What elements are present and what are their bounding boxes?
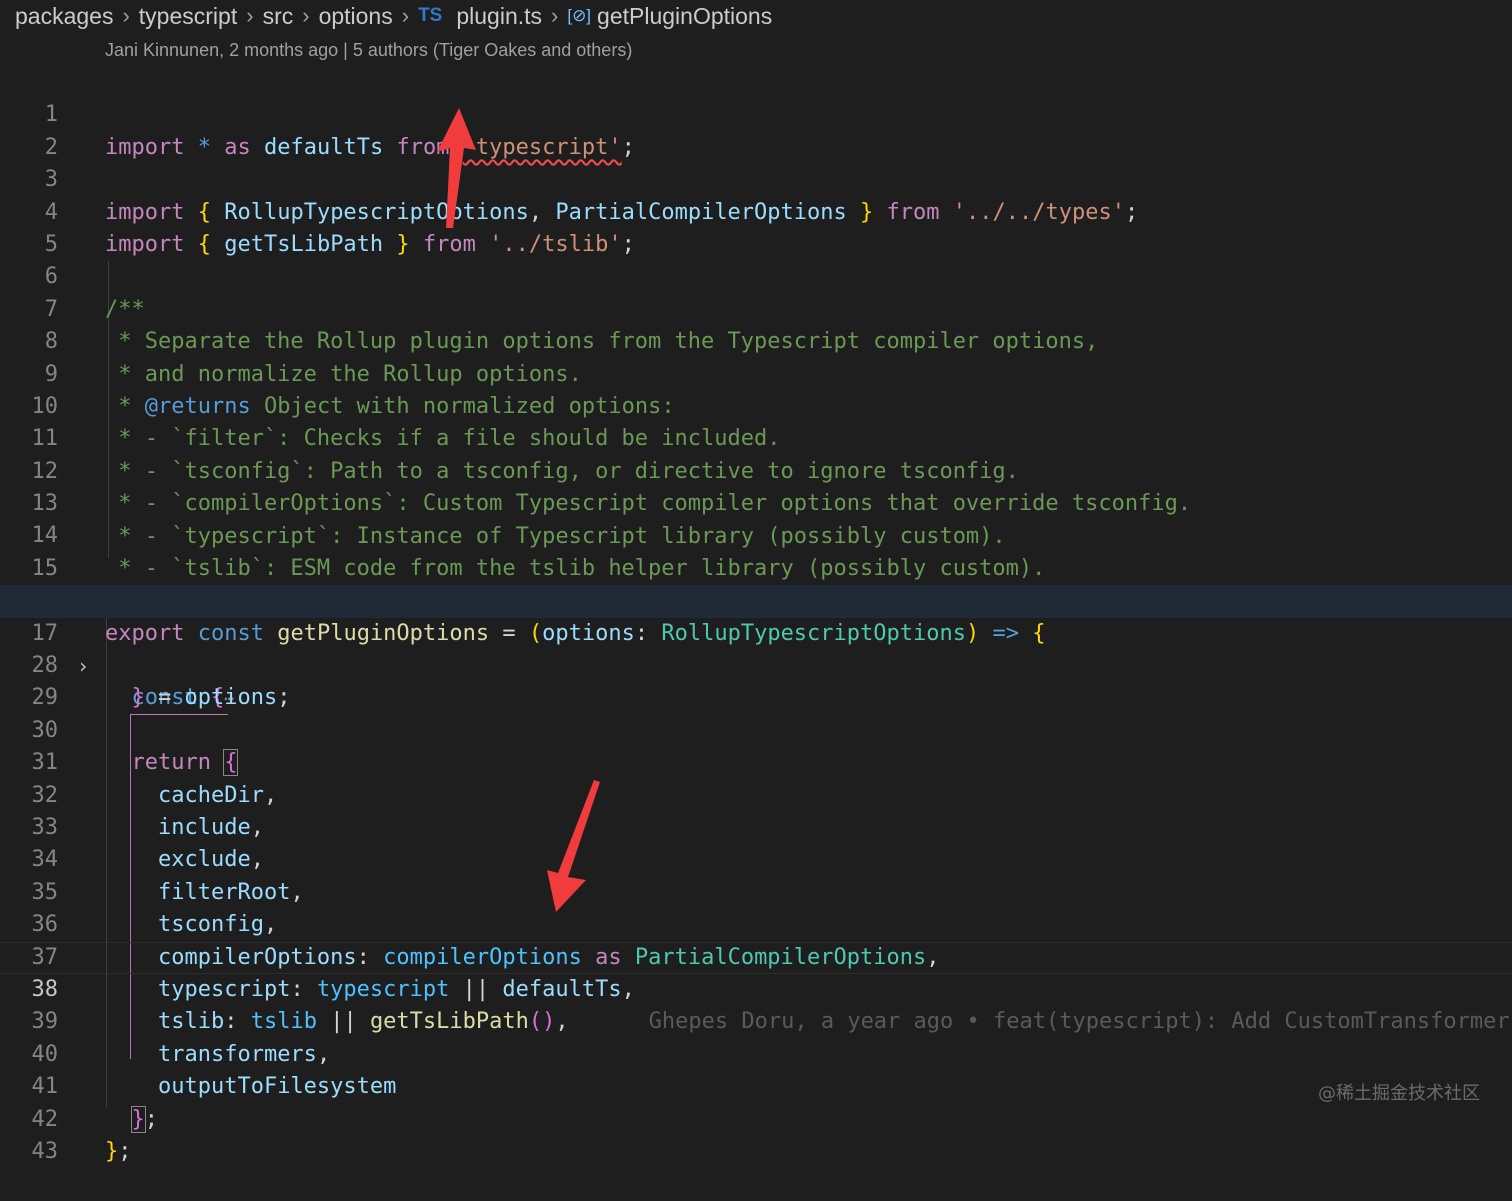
- code-line: 40 outputToFilesystem: [0, 1006, 1512, 1099]
- chevron-right-icon: ›: [302, 3, 310, 28]
- code-line: 4 import { getTsLibPath } from '../tslib…: [0, 164, 1512, 257]
- chevron-right-icon: ›: [401, 3, 410, 28]
- code-line-current: 38 tslib: tslib || getTsLibPath(), Ghepes…: [0, 942, 1512, 1034]
- code-line: 3 import { RollupTypescriptOptions, Part…: [0, 132, 1512, 224]
- code-line: 2: [0, 99, 1512, 160]
- code-line-folded: 17 › const {⋯: [0, 585, 1512, 710]
- breadcrumb-src[interactable]: src: [263, 3, 294, 30]
- breadcrumb-typescript[interactable]: typescript: [139, 3, 237, 30]
- code-line: 15 */: [0, 520, 1512, 613]
- code-line: 33 exclude,: [0, 780, 1512, 872]
- code-line: 11 * - `tsconfig`: Path to a tsconfig, o…: [0, 391, 1512, 483]
- chevron-right-icon: ›: [122, 3, 130, 28]
- line-number: 43: [31, 1138, 59, 1164]
- code-line: 8 * and normalize the Rollup options.: [0, 294, 1512, 386]
- code-line: 30 return {: [0, 682, 1512, 777]
- breadcrumb-getPluginOptions[interactable]: getPluginOptions: [597, 3, 772, 30]
- chevron-right-icon: ›: [551, 3, 559, 28]
- code-line: 37 typescript: typescript || defaultTs,: [0, 909, 1512, 1002]
- breadcrumb-options[interactable]: options: [319, 3, 393, 30]
- code-line: 42 };: [0, 1071, 1512, 1164]
- codelens-blame-header[interactable]: Jani Kinnunen, 2 months ago | 5 authors …: [105, 40, 632, 61]
- breadcrumb-packages[interactable]: packages: [15, 3, 113, 30]
- code-line: 39 transformers,: [0, 974, 1512, 1066]
- breadcrumb-plugin-ts[interactable]: plugin.ts: [456, 3, 542, 30]
- code-editor[interactable]: 1 import * as defaultTs from 'typescript…: [0, 67, 1512, 1164]
- code-line: 34 filterRoot,: [0, 812, 1512, 904]
- code-line: 10 * - `filter`: Checks if a file should…: [0, 359, 1512, 451]
- code-line: 14 * - `tslib`: ESM code from the tslib …: [0, 488, 1512, 580]
- code-line: 35 tsconfig,: [0, 844, 1512, 937]
- code-line: 36 compilerOptions: compilerOptions as P…: [0, 877, 1512, 969]
- breadcrumb: packages › typescript › src › options › …: [15, 0, 772, 32]
- code-line: 31 cacheDir,: [0, 715, 1512, 807]
- symbol-variable-icon: [⊘]: [567, 6, 592, 25]
- code-line: 13 * - `typescript`: Instance of Typescr…: [0, 456, 1512, 548]
- line-content: };: [105, 1138, 132, 1164]
- code-line: 32 include,: [0, 747, 1512, 840]
- code-line: 5: [0, 197, 1512, 257]
- code-line: 6 /**: [0, 229, 1512, 321]
- code-line: 28 } = options;: [0, 618, 1512, 710]
- typescript-file-icon: TS: [418, 5, 443, 26]
- code-line: 41 };: [0, 1039, 1512, 1133]
- code-line: 29: [0, 650, 1512, 710]
- chevron-right-icon: ›: [246, 3, 254, 28]
- code-line: 7 * Separate the Rollup plugin options f…: [0, 261, 1512, 354]
- code-line: 12 * - `compilerOptions`: Custom Typescr…: [0, 423, 1512, 516]
- code-line: 9 * @returns Object with normalized opti…: [0, 326, 1512, 419]
- code-line: 1 import * as defaultTs from 'typescript…: [0, 67, 1512, 159]
- code-line: 16 export const getPluginOptions = (opti…: [0, 553, 1512, 645]
- code-line: 43: [0, 1104, 1512, 1164]
- watermark: @稀土掘金技术社区: [1318, 1083, 1480, 1104]
